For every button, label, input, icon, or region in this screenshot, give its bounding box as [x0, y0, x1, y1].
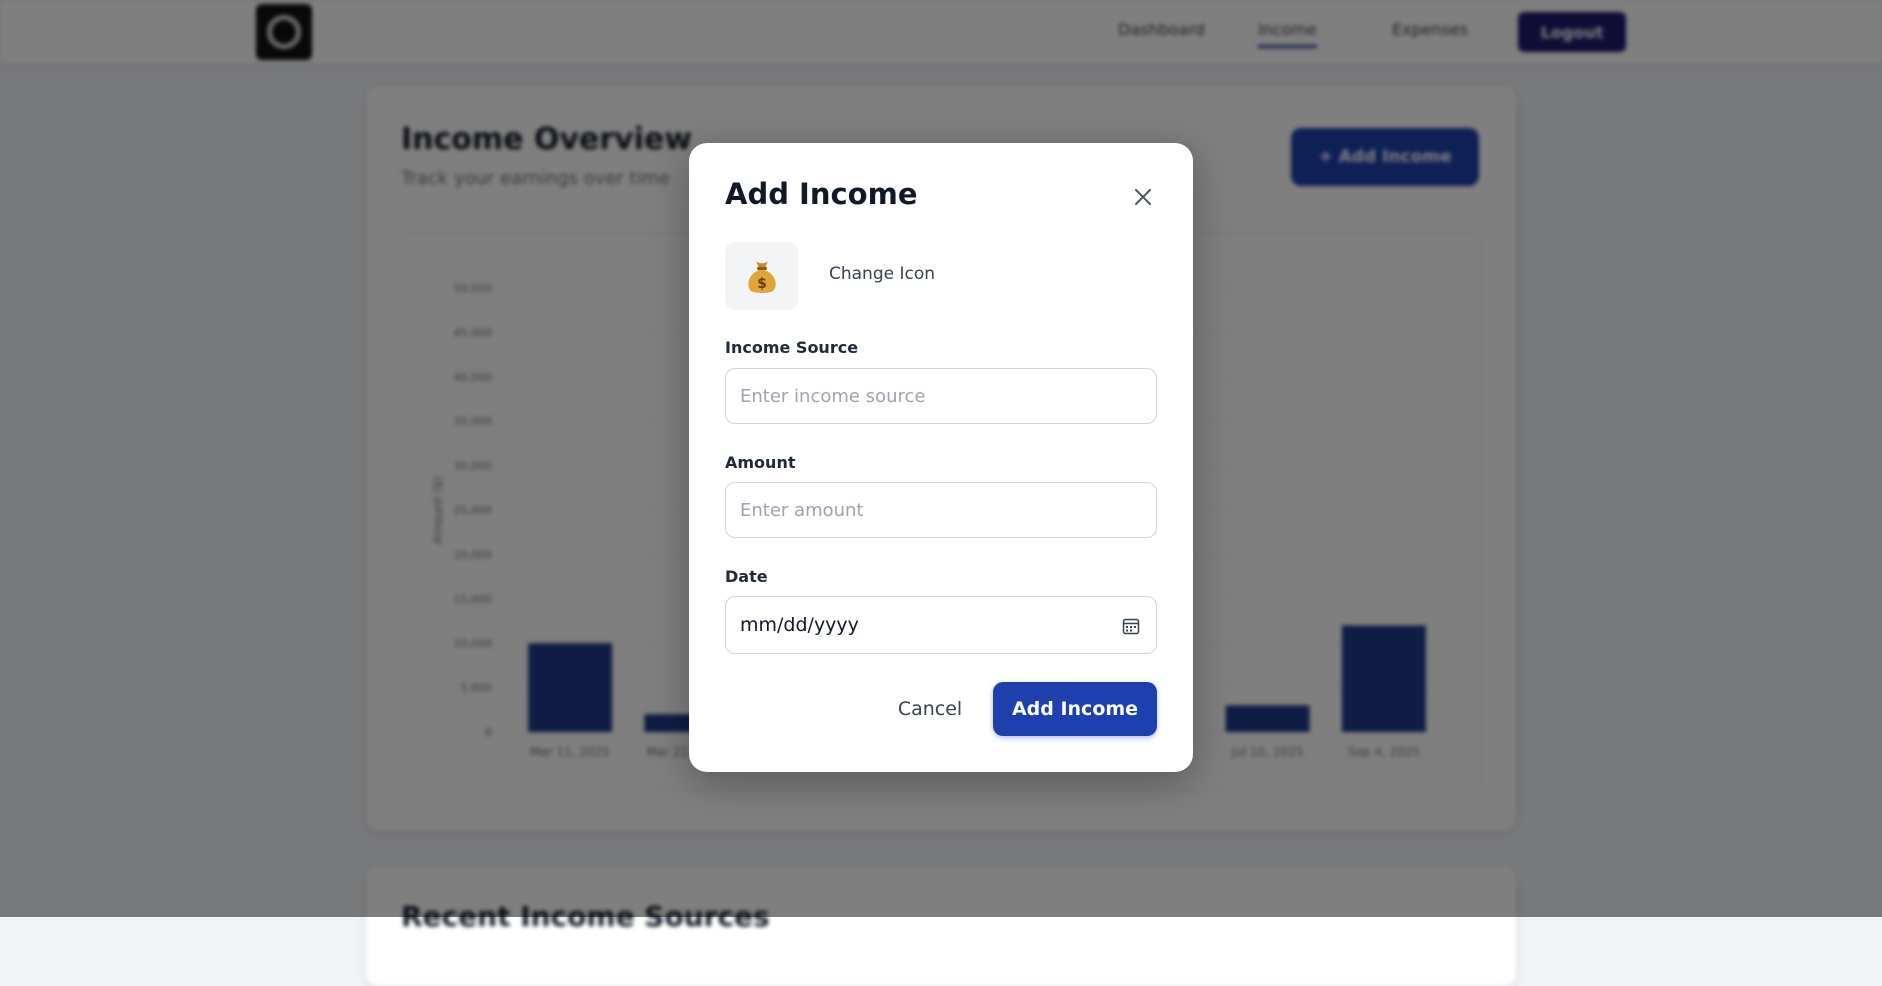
cancel-button[interactable]: Cancel	[867, 681, 993, 737]
income-source-label: Income Source	[725, 338, 859, 357]
date-placeholder: mm/dd/yyyy	[740, 614, 859, 636]
svg-text:$: $	[757, 276, 767, 292]
close-icon	[1135, 189, 1151, 205]
modal-title: Add Income	[725, 177, 918, 211]
add-income-submit-button[interactable]: Add Income	[993, 682, 1157, 736]
change-icon-button[interactable]: Change Icon	[829, 264, 935, 284]
calendar-icon[interactable]	[1122, 617, 1140, 635]
date-input[interactable]: mm/dd/yyyy	[725, 596, 1157, 654]
add-income-modal: Add Income $ Change Icon Income Source A…	[689, 143, 1193, 772]
money-bag-icon: $	[747, 261, 776, 293]
date-label: Date	[725, 567, 768, 586]
amount-input[interactable]	[725, 482, 1157, 538]
income-source-input[interactable]	[725, 368, 1157, 424]
close-button[interactable]	[1129, 183, 1157, 211]
amount-label: Amount	[725, 453, 796, 472]
income-icon-preview[interactable]: $	[725, 242, 798, 310]
